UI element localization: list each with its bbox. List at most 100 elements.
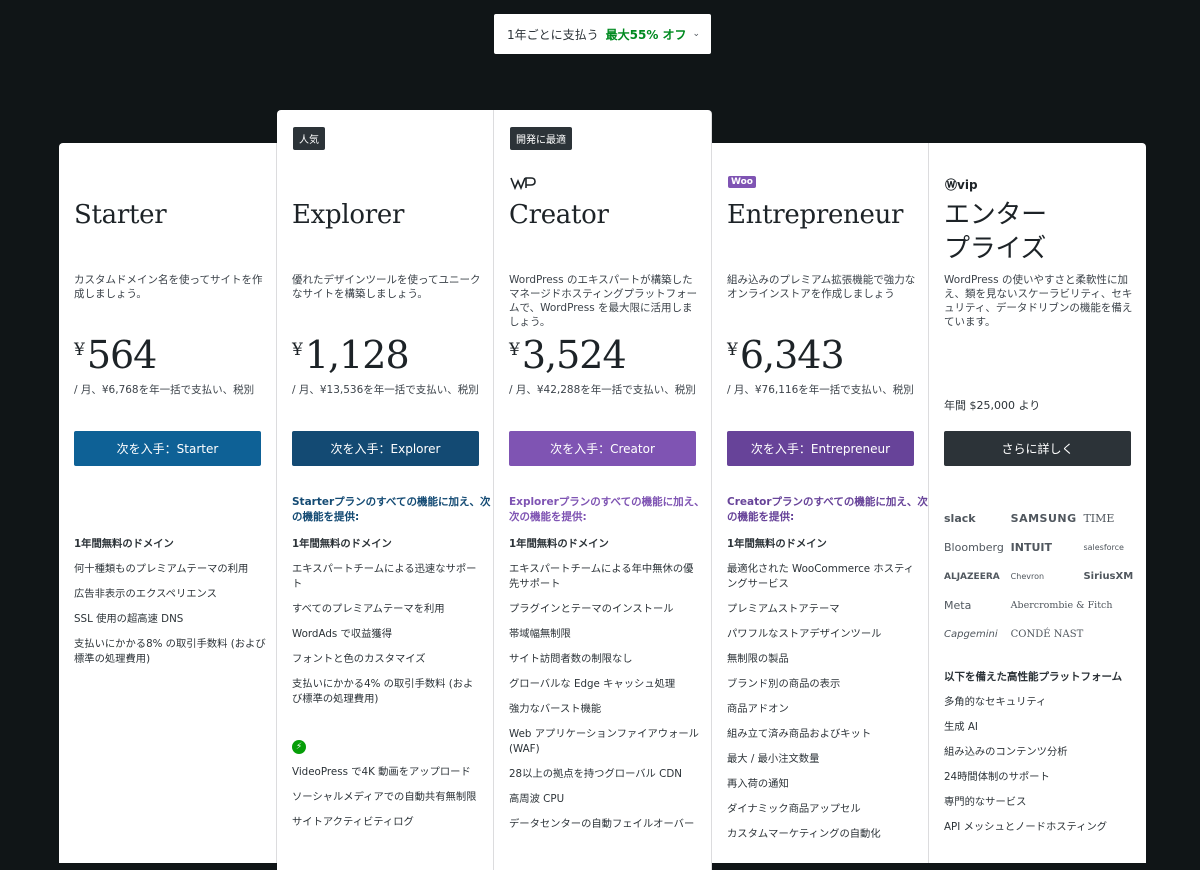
list-item: 24時間体制のサポート [944,771,1050,783]
currency-symbol: ¥ [509,340,520,360]
billing-label: 1年ごとに支払う [507,27,599,42]
intuit-logo-icon: INTUIT [1010,541,1052,554]
list-item: VideoPress で4K 動画をアップロード [292,766,471,778]
list-item: 再入荷の通知 [727,778,789,790]
list-item: カスタムマーケティングの自動化 [727,828,881,840]
feature-list: 1年間無料のドメイン 最適化された WooCommerce ホスティングサービス… [727,537,918,852]
list-item: 1年間無料のドメイン [509,538,609,550]
list-item: 1年間無料のドメイン [727,538,827,550]
feature-list: 1年間無料のドメイン エキスパートチームによる年中無休の優先サポート プラグイン… [509,537,701,842]
list-item: サイト訪問者数の制限なし [509,653,633,665]
plan-name: Starter [74,200,167,230]
salesforce-logo-icon: salesforce [1083,543,1124,552]
time-logo-icon: TIME [1083,512,1115,525]
extra-feature-list: VideoPress で4K 動画をアップロード ソーシャルメディアでの自動共有… [292,765,483,840]
plan-name: Explorer [292,200,405,230]
plan-name: Entrepreneur [727,200,904,230]
list-item: 帯域幅無制限 [509,628,571,640]
list-item: エキスパートチームによる迅速なサポート [292,563,477,590]
list-item: 1年間無料のドメイン [292,538,392,550]
list-item: 何十種類ものプレミアムテーマの利用 [74,563,249,575]
list-item: フォントと色のカスタマイズ [292,653,426,665]
features-intro: 以下を備えた高性能プラットフォーム [944,671,1123,683]
billing-period-select[interactable]: 1年ごとに支払う 最大55% オフ ⌄ [494,14,711,54]
currency-symbol: ¥ [727,340,738,360]
popular-badge: 人気 [293,127,325,150]
customer-logos: slack SAMSUNG TIME Bloomberg INTUIT sale… [944,510,1134,643]
price-note: / 月、¥76,116を年一括で支払い、税別 [727,384,914,396]
samsung-logo-icon: SAMSUNG [1010,512,1077,525]
price-amount: 3,524 [521,333,627,377]
features-intro: Explorerプランのすべての機能に加え、次の機能を提供: [509,496,705,523]
plan-price: ¥ 6,343 [727,336,845,374]
abercrombie-logo-icon: Abercrombie & Fitch [1010,600,1113,611]
plan-description: カスタムドメイン名を使ってサイトを作成しましょう。 [74,274,263,300]
wordpress-cloud-logo-icon [510,177,536,190]
plan-card-creator: 開発に最適 Creator WordPress のエキスパートが構築したマネージ… [494,110,712,870]
plan-card-entrepreneur: Woo Entrepreneur 組み込みのプレミアム拡張機能で強力なオンライン… [712,143,929,863]
list-item: ブランド別の商品の表示 [727,678,841,690]
chevron-logo-icon: Chevron [1010,572,1045,581]
siriusxm-logo-icon: SiriusXM [1083,571,1134,582]
list-item: グローバルな Edge キャッシュ処理 [509,678,676,690]
price-note: / 月、¥13,536を年一括で支払い、税別 [292,384,479,396]
list-item: Web アプリケーションファイアウォール (WAF) [509,728,699,755]
plan-price: ¥ 1,128 [292,333,410,377]
list-item: 支払いにかかる4% の取引手数料 (および標準の処理費用) [292,678,474,705]
price-amount: 1,128 [304,333,410,377]
list-item: 1年間無料のドメイン [74,538,174,550]
feature-list: 1年間無料のドメイン エキスパートチームによる迅速なサポート すべてのプレミアム… [292,537,483,717]
price-note: / 月、¥42,288を年一括で支払い、税別 [509,384,696,396]
list-item: 高周波 CPU [509,793,565,805]
get-entrepreneur-button[interactable]: 次を入手：Entrepreneur [727,431,914,466]
dev-badge: 開発に最適 [510,127,572,150]
feature-list: 1年間無料のドメイン 何十種類ものプレミアムテーマの利用 広告非表示のエクスペリ… [74,537,266,677]
chevron-down-icon: ⌄ [692,29,701,39]
discount-label: 最大55% オフ [605,27,687,42]
list-item: 商品アドオン [727,703,789,715]
plan-card-starter: Starter カスタムドメイン名を使ってサイトを作成しましょう。 ¥ 564 … [59,143,277,863]
woo-logo-icon: Woo [728,176,756,188]
feature-list: 多角的なセキュリティ 生成 AI 組み込みのコンテンツ分析 24時間体制のサポー… [944,695,1136,845]
currency-symbol: ¥ [292,340,303,360]
list-item: 組み立て済み商品およびキット [727,728,872,740]
list-item: サイトアクティビティログ [292,816,414,828]
vip-label: vip [957,178,978,192]
list-item: SSL 使用の超高速 DNS [74,613,184,625]
plan-description: WordPress のエキスパートが構築したマネージドホスティングプラットフォー… [509,274,698,328]
capgemini-logo-icon: Capgemini [944,629,998,640]
price-note: 年間 $25,000 より [944,399,1041,412]
list-item: 組み込みのコンテンツ分析 [944,746,1068,758]
plan-card-explorer: 人気 Explorer 優れたデザインツールを使ってユニークなサイトを構築しまし… [277,110,494,870]
plan-description: 優れたデザインツールを使ってユニークなサイトを構築しましょう。 [292,274,481,300]
list-item: API メッシュとノードホスティング [944,821,1108,833]
price-note: / 月、¥6,768を年一括で支払い、税別 [74,384,255,396]
get-creator-button[interactable]: 次を入手：Creator [509,431,696,466]
list-item: 最大 / 最小注文数量 [727,753,820,765]
list-item: WordAds で収益獲得 [292,628,392,640]
conde-nast-logo-icon: CONDÉ NAST [1010,629,1084,640]
list-item: プラグインとテーマのインストール [509,603,674,615]
list-item: 生成 AI [944,721,978,733]
jetpack-bolt-icon: ⚡ [292,740,306,754]
plan-name: Creator [509,200,609,230]
learn-more-button[interactable]: さらに詳しく [944,431,1131,466]
slack-logo-icon: slack [944,512,976,525]
plan-card-enterprise: Ⓦvip エンター プライズ WordPress の使いやすさと柔軟性に加え、類… [929,143,1146,863]
features-intro: Creatorプランのすべての機能に加え、次の機能を提供: [727,496,928,523]
list-item: 専門的なサービス [944,796,1027,808]
aljazeera-logo-icon: ALJAZEERA [944,571,1000,582]
list-item: 多角的なセキュリティ [944,696,1047,708]
plan-price: ¥ 3,524 [509,333,627,377]
plan-description: 組み込みのプレミアム拡張機能で強力なオンラインストアを作成しましょう [727,274,916,300]
list-item: ソーシャルメディアでの自動共有無制限 [292,791,477,803]
list-item: 28以上の拠点を持つグローバル CDN [509,768,682,780]
bloomberg-logo-icon: Bloomberg [944,541,1004,554]
list-item: 強力なバースト機能 [509,703,602,715]
wp-vip-logo-icon: Ⓦvip [945,178,978,192]
list-item: ダイナミック商品アップセル [727,803,861,815]
list-item: データセンターの自動フェイルオーバー [509,818,695,830]
get-starter-button[interactable]: 次を入手：Starter [74,431,261,466]
list-item: エキスパートチームによる年中無休の優先サポート [509,563,694,590]
get-explorer-button[interactable]: 次を入手：Explorer [292,431,479,466]
